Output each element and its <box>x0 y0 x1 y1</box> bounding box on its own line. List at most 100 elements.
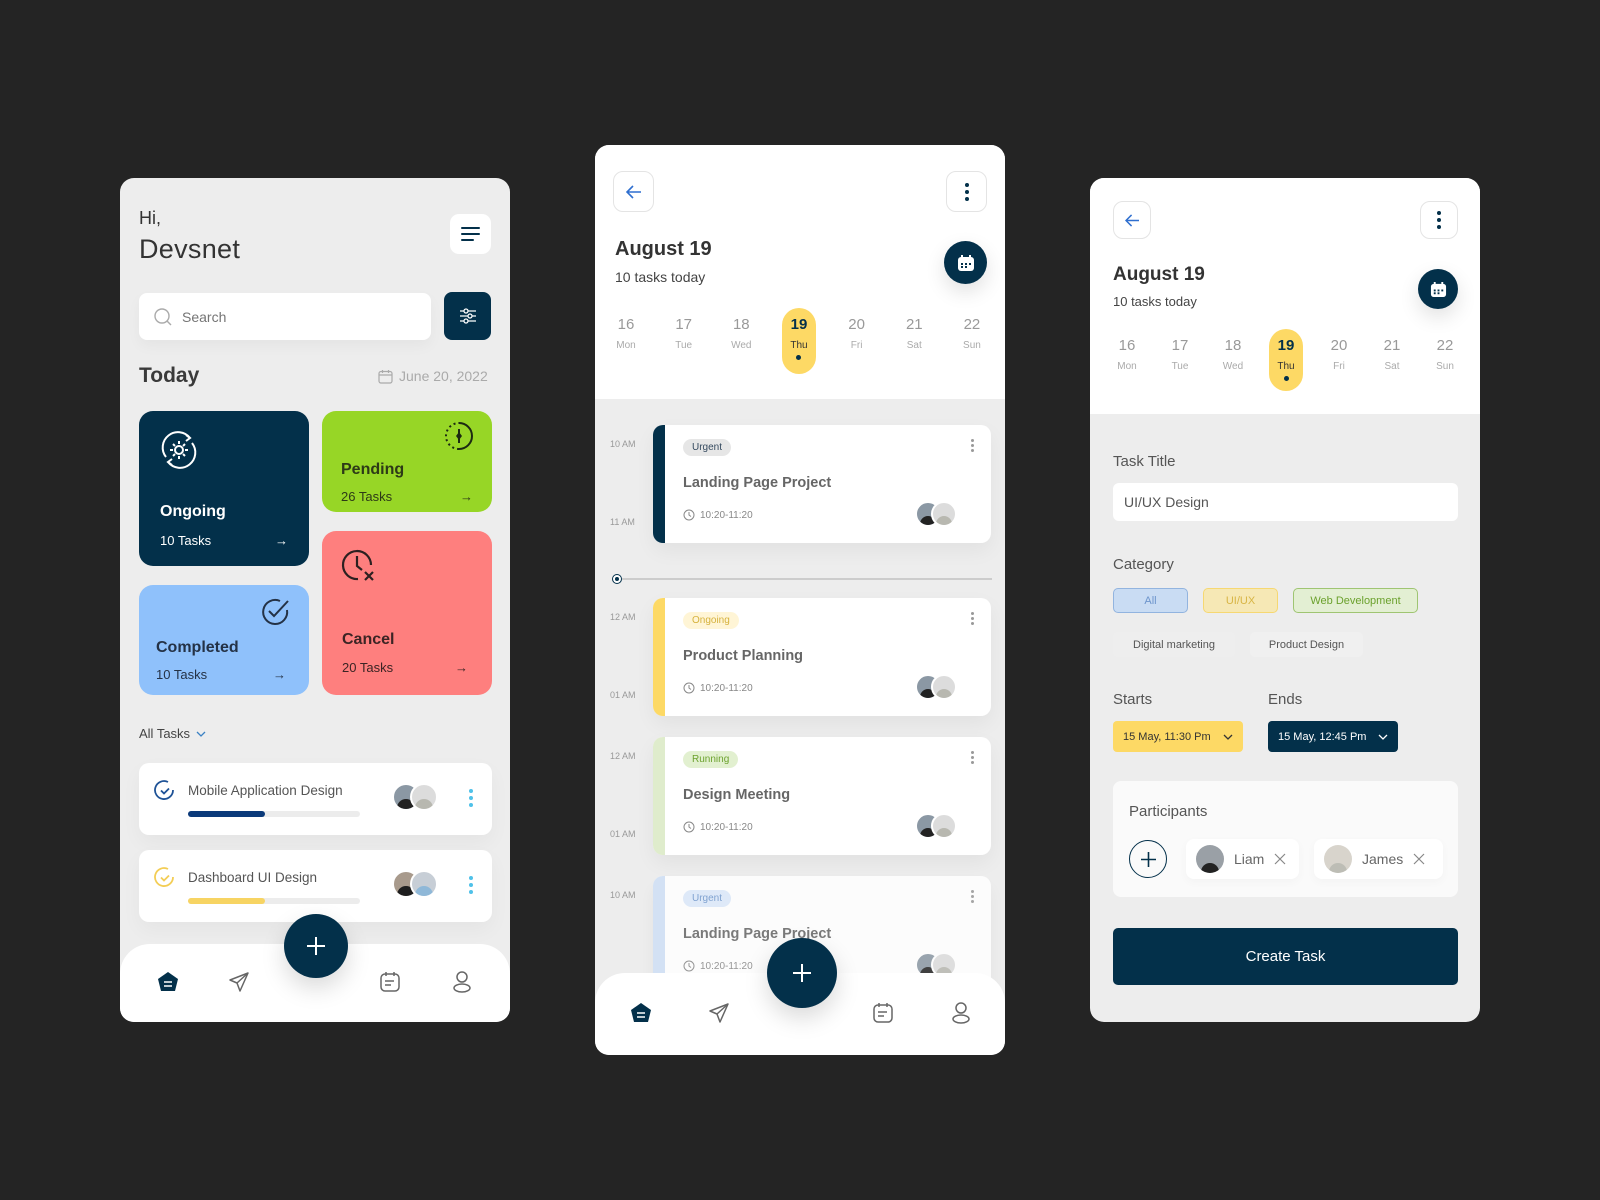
day-21[interactable]: 21 Sat <box>897 308 931 374</box>
add-participant-button[interactable] <box>1129 840 1167 878</box>
end-datetime-select[interactable]: 15 May, 12:45 Pm <box>1268 721 1399 752</box>
time-label: 11 AM <box>610 517 635 527</box>
category-chip-product-design[interactable]: Product Design <box>1250 632 1363 657</box>
time-label: 10 AM <box>610 439 636 449</box>
send-icon[interactable] <box>707 1001 731 1025</box>
day-18[interactable]: 18 Wed <box>1216 329 1250 391</box>
search-input[interactable] <box>182 308 402 325</box>
more-button[interactable] <box>1420 201 1458 239</box>
day-number: 18 <box>1224 337 1242 354</box>
category-chip-digital-marketing[interactable]: Digital marketing <box>1113 632 1235 657</box>
menu-icon <box>460 227 480 241</box>
weekday: Thu <box>1277 361 1295 372</box>
clock-icon <box>683 821 695 833</box>
more-button[interactable] <box>946 171 987 212</box>
ends-label: Ends <box>1268 691 1303 708</box>
task-progress <box>188 898 360 904</box>
task-card[interactable]: Dashboard UI Design <box>139 850 492 922</box>
now-line <box>622 578 992 580</box>
profile-icon[interactable] <box>949 1001 973 1025</box>
create-task-button[interactable]: Create Task <box>1113 928 1458 985</box>
event-title: Landing Page Project <box>683 475 832 491</box>
task-title-input[interactable]: UI/UX Design <box>1113 483 1458 521</box>
search-field[interactable] <box>139 293 431 340</box>
participants-label: Participants <box>1129 803 1208 820</box>
category-chip-uiux[interactable]: UI/UX <box>1203 588 1278 613</box>
back-button[interactable] <box>613 171 654 212</box>
day-18[interactable]: 18 Wed <box>724 308 758 374</box>
time-label: 12 AM <box>610 751 636 761</box>
day-number: 16 <box>1118 337 1136 354</box>
home-icon[interactable] <box>629 1001 653 1025</box>
day-19[interactable]: 19 Thu <box>1269 329 1303 391</box>
stat-card-cancel[interactable]: Cancel 20 Tasks → <box>322 531 492 695</box>
calendar-button[interactable] <box>944 241 987 284</box>
day-17[interactable]: 17 Tue <box>1163 329 1197 391</box>
arrow-right-icon: → <box>455 660 468 675</box>
close-icon[interactable] <box>1413 853 1425 865</box>
day-17[interactable]: 17 Tue <box>667 308 701 374</box>
more-vert-icon[interactable] <box>971 612 974 625</box>
filter-button[interactable] <box>444 292 491 340</box>
more-vert-icon[interactable] <box>971 751 974 764</box>
category-chip-web-development[interactable]: Web Development <box>1293 588 1418 613</box>
day-number: 19 <box>790 316 808 333</box>
all-tasks-dropdown[interactable]: All Tasks <box>139 726 206 741</box>
profile-icon[interactable] <box>450 970 474 994</box>
week-strip: 16 Mon 17 Tue 18 Wed 19 Thu 20 Fri 21 Sat 22 Sun <box>1110 329 1462 391</box>
more-vert-icon[interactable] <box>971 439 974 452</box>
start-datetime-select[interactable]: 15 May, 11:30 Pm <box>1113 721 1243 752</box>
home-icon[interactable] <box>156 970 180 994</box>
day-22[interactable]: 22 Sun <box>955 308 989 374</box>
event-card[interactable]: Urgent Landing Page Project 10:20-11:20 <box>653 425 991 543</box>
add-task-button[interactable] <box>767 938 837 1008</box>
clock-icon <box>683 682 695 694</box>
calendar-note-icon[interactable] <box>871 1001 895 1025</box>
weekday: Thu <box>790 340 808 351</box>
schedule-screen: August 19 10 tasks today 16 Mon 17 Tue 18 Wed… <box>595 145 1005 1055</box>
participant-name: Liam <box>1234 851 1265 867</box>
day-20[interactable]: 20 Fri <box>1322 329 1356 391</box>
day-22[interactable]: 22 Sun <box>1428 329 1462 391</box>
arrow-left-icon <box>625 184 641 199</box>
category-chip-all[interactable]: All <box>1113 588 1188 613</box>
time-label: 12 AM <box>610 612 636 622</box>
progress-fill <box>188 898 266 904</box>
event-card[interactable]: Running Design Meeting 10:20-11:20 <box>653 737 991 855</box>
calendar-button[interactable] <box>1418 269 1458 309</box>
menu-button[interactable] <box>450 214 491 254</box>
plus-icon <box>793 964 811 982</box>
event-card[interactable]: Ongoing Product Planning 10:20-11:20 <box>653 598 991 716</box>
chevron-down-icon <box>1378 734 1388 740</box>
calendar-note-icon[interactable] <box>378 970 402 994</box>
weekday: Tue <box>675 340 693 351</box>
stat-card-pending[interactable]: Pending 26 Tasks → <box>322 411 492 512</box>
back-button[interactable] <box>1113 201 1151 239</box>
stat-count: 20 Tasks <box>342 660 394 675</box>
day-19[interactable]: 19 Thu <box>781 308 816 374</box>
add-task-button[interactable] <box>284 914 348 978</box>
send-icon[interactable] <box>227 970 251 994</box>
task-progress <box>188 811 360 817</box>
stat-card-completed[interactable]: Completed 10 Tasks → <box>139 585 309 695</box>
event-avatars <box>915 501 957 527</box>
task-card[interactable]: Mobile Application Design <box>139 763 492 835</box>
arrow-right-icon: → <box>460 489 473 504</box>
day-16[interactable]: 16 Mon <box>1110 329 1144 391</box>
participant-name: James <box>1362 851 1404 867</box>
day-21[interactable]: 21 Sat <box>1375 329 1409 391</box>
event-time-text: 10:20-11:20 <box>700 509 753 521</box>
day-20[interactable]: 20 Fri <box>840 308 874 374</box>
weekday: Wed <box>1222 361 1244 372</box>
close-icon[interactable] <box>1274 853 1286 865</box>
more-vert-icon[interactable] <box>469 789 473 807</box>
more-vert-icon[interactable] <box>469 876 473 894</box>
more-vert-icon[interactable] <box>971 890 974 903</box>
task-title-value: UI/UX Design <box>1124 494 1209 510</box>
time-label: 10 AM <box>610 890 636 900</box>
arrow-right-icon: → <box>275 533 288 548</box>
progress-fill <box>188 811 266 817</box>
day-16[interactable]: 16 Mon <box>609 308 643 374</box>
stat-card-ongoing[interactable]: Ongoing 10 Tasks → <box>139 411 309 566</box>
event-dot <box>1283 376 1289 381</box>
